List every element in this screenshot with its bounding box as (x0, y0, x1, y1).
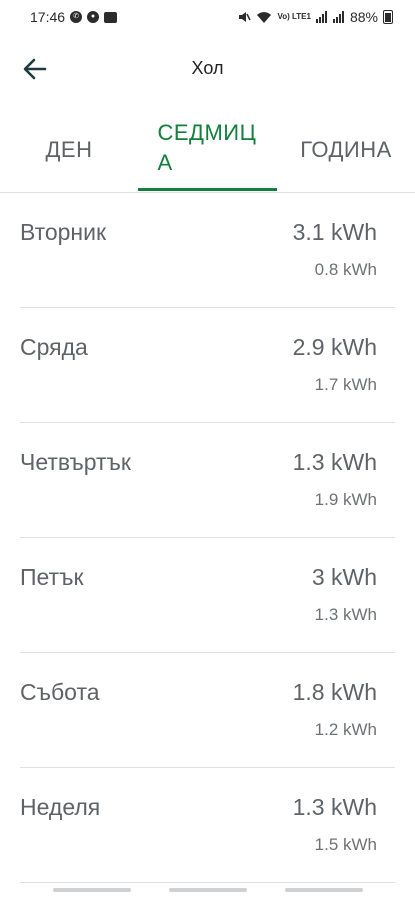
app-bar: Хол (0, 34, 415, 104)
status-bar: 17:46 ✆ ● Vo) LTE1 88% (0, 0, 415, 34)
nav-handle[interactable] (52, 888, 131, 892)
consumption-value: 2.9 kWh (292, 334, 377, 360)
page-title: Хол (191, 58, 224, 78)
secondary-value: 1.7 kWh (314, 375, 377, 394)
tab-year[interactable]: ГОДИНА (277, 108, 415, 192)
status-left: 17:46 ✆ ● (30, 9, 118, 25)
tab-week[interactable]: СЕДМИЦА (138, 108, 277, 192)
day-label: Четвъртък (20, 449, 131, 475)
tab-week-label: СЕДМИЦА (157, 120, 257, 175)
list-item[interactable]: Сряда 2.9 kWh 1.7 kWh (20, 308, 395, 423)
battery-percent: 88% (349, 9, 378, 25)
secondary-value: 1.9 kWh (314, 490, 377, 509)
day-label: Вторник (20, 219, 107, 245)
list-item[interactable]: Събота 1.8 kWh 1.2 kWh (20, 653, 395, 768)
consumption-value: 3 kWh (311, 564, 377, 590)
secondary-value: 1.2 kWh (314, 720, 377, 739)
list-item[interactable]: Четвъртък 1.3 kWh 1.9 kWh (20, 423, 395, 538)
app-icon (104, 11, 118, 23)
list-item[interactable]: Петък 3 kWh 1.3 kWh (20, 538, 395, 653)
secondary-value: 0.8 kWh (314, 260, 377, 279)
wifi-icon (256, 11, 272, 24)
consumption-value: 1.3 kWh (292, 794, 377, 820)
consumption-value: 1.8 kWh (292, 679, 377, 705)
tab-indicator (138, 188, 277, 191)
secondary-value: 1.5 kWh (314, 835, 377, 854)
list-item[interactable]: Вторник 3.1 kWh 0.8 kWh (20, 193, 395, 308)
nav-handle[interactable] (284, 888, 363, 892)
consumption-value: 1.3 kWh (292, 449, 377, 475)
consumption-value: 3.1 kWh (292, 219, 377, 245)
day-label: Петък (20, 564, 84, 590)
nav-handle[interactable] (168, 888, 247, 892)
lte-indicator: Vo) LTE1 (277, 12, 311, 21)
clock: 17:46 (30, 9, 66, 25)
signal-icon (332, 11, 345, 23)
day-label: Неделя (20, 794, 101, 820)
list-item[interactable]: Неделя 1.3 kWh 1.5 kWh (20, 768, 395, 883)
status-right: Vo) LTE1 88% (237, 9, 393, 25)
tab-day[interactable]: ДЕН (0, 108, 138, 192)
battery-icon (383, 10, 393, 24)
app-icon: ● (87, 11, 100, 23)
secondary-value: 1.3 kWh (314, 605, 377, 624)
signal-icon (315, 11, 328, 23)
consumption-list: Вторник 3.1 kWh 0.8 kWh Сряда 2.9 kWh 1.… (0, 193, 415, 883)
day-label: Събота (20, 679, 100, 705)
tab-bar: ДЕН СЕДМИЦА ГОДИНА (0, 108, 415, 193)
mute-icon (237, 10, 252, 24)
gesture-nav-bar[interactable] (0, 884, 415, 900)
day-label: Сряда (20, 334, 88, 360)
viber-icon: ✆ (70, 11, 83, 23)
